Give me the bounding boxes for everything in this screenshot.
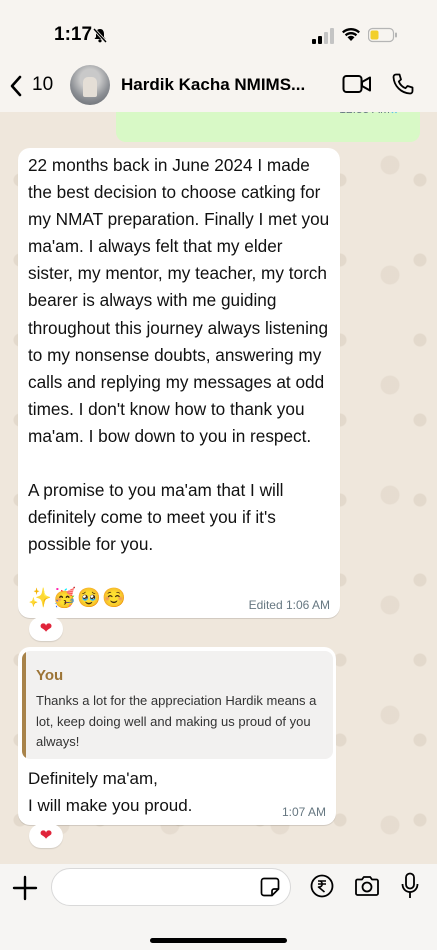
message-text: 22 months back in June 2024 I made the b…: [28, 155, 330, 555]
back-chevron-icon[interactable]: [8, 74, 24, 98]
sticker-icon[interactable]: [260, 877, 280, 897]
message-emojis: ✨🥳🥹☺️: [28, 588, 127, 609]
composer-bar: [0, 864, 437, 950]
message-list[interactable]: 12:55 AM 22 months back in June 2024 I m…: [0, 102, 437, 864]
contact-avatar[interactable]: [70, 65, 110, 105]
quoted-message[interactable]: You Thanks a lot for the appreciation Ha…: [22, 651, 333, 759]
message-input[interactable]: [51, 868, 291, 906]
quote-author: You: [36, 667, 64, 684]
chat-header: 10 Hardik Kacha NMIMS...: [0, 60, 437, 112]
heart-reaction[interactable]: ❤: [29, 617, 63, 641]
camera-icon[interactable]: [354, 875, 380, 897]
quote-accent-bar: [22, 651, 26, 759]
quote-text: Thanks a lot for the appreciation Hardik…: [36, 693, 317, 749]
contact-name[interactable]: Hardik Kacha NMIMS...: [121, 75, 305, 95]
home-indicator: [150, 938, 287, 943]
status-bar: 1:17: [0, 0, 437, 60]
rupee-payment-icon[interactable]: [310, 874, 334, 898]
message-text: Definitely ma'am, I will make you proud.: [28, 769, 193, 815]
microphone-icon[interactable]: [401, 872, 419, 900]
incoming-reply-bubble[interactable]: You Thanks a lot for the appreciation Ha…: [18, 647, 336, 825]
cellular-signal-icon: [312, 28, 334, 44]
heart-reaction[interactable]: ❤: [29, 824, 63, 848]
status-time: 1:17: [54, 24, 93, 45]
bell-muted-icon: [92, 27, 108, 43]
wifi-icon: [342, 27, 360, 41]
battery-low-icon: [368, 27, 397, 43]
phone-call-icon[interactable]: [391, 72, 415, 96]
message-edited-time: Edited 1:06 AM: [248, 598, 330, 612]
message-time: 1:07 AM: [281, 805, 326, 819]
video-call-icon[interactable]: [342, 73, 372, 95]
plus-icon[interactable]: [12, 875, 38, 901]
incoming-message-bubble[interactable]: 22 months back in June 2024 I made the b…: [18, 148, 340, 618]
unread-count[interactable]: 10: [32, 74, 53, 96]
